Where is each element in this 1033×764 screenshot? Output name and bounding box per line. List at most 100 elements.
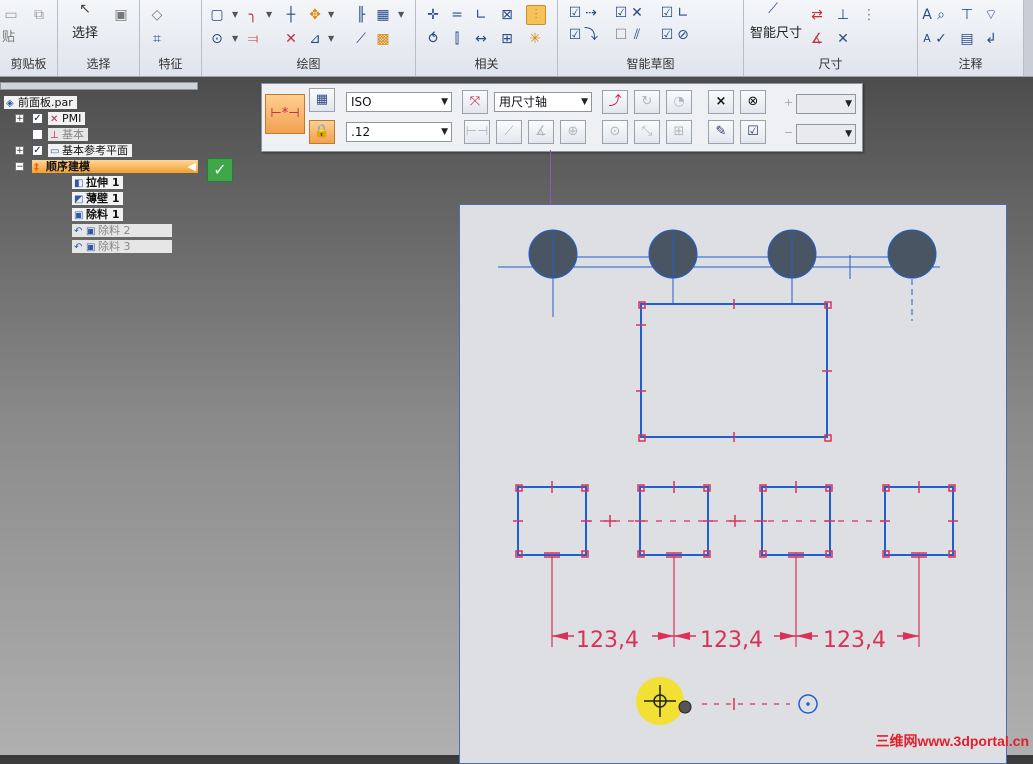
collapse-ordered-icon[interactable]: − <box>15 162 24 172</box>
cursor-arrow-icon[interactable]: ↖ <box>76 0 94 18</box>
select-button[interactable]: 选择 <box>72 22 98 41</box>
fill-icon[interactable]: ▩ <box>374 30 392 48</box>
select-filter-icon[interactable]: ▣ <box>112 6 130 24</box>
datum-icon[interactable]: ⊤ <box>958 6 976 24</box>
tree-root[interactable]: ◈ 前面板.par <box>4 96 77 109</box>
angular-dim-icon[interactable]: ∡ <box>808 30 826 48</box>
connect-icon[interactable]: ✛ <box>424 6 442 24</box>
hole-circle[interactable] <box>648 229 698 303</box>
silhouette-icon[interactable]: ⊘ <box>674 26 692 44</box>
project-icon[interactable]: ⟋ <box>352 30 370 48</box>
move-icon[interactable]: ✥ <box>306 6 324 24</box>
select-curve-icon[interactable]: ⤴ <box>602 90 628 114</box>
accept-dim-icon[interactable]: ☑ <box>740 120 766 144</box>
paste-button[interactable]: 贴 <box>2 26 15 45</box>
slot-square[interactable] <box>880 481 958 558</box>
expand-pmi-icon[interactable]: + <box>15 114 24 124</box>
tree-feature-cutout-2[interactable]: ↶ ▣ 除料 2 <box>72 224 172 237</box>
hole-circle[interactable] <box>887 229 937 321</box>
angle-coord-icon[interactable]: ✕ <box>834 30 852 48</box>
sketch-canvas[interactable]: 123,4 123,4 123,4 <box>460 205 1008 756</box>
base-checkbox[interactable] <box>32 129 43 140</box>
dimension-value[interactable]: 123,4 <box>576 628 639 653</box>
radial-icon[interactable]: ◔ <box>666 90 692 114</box>
dimension-style-icon[interactable]: ⊢*⊣ <box>265 94 305 134</box>
tree-feature-cutout-3[interactable]: ↶ ▣ 除料 3 <box>72 240 172 253</box>
tree-base-ref-planes[interactable]: ▭ 基本参考平面 <box>48 144 132 157</box>
fillet-icon[interactable]: ✕ <box>282 30 300 48</box>
hole-circle[interactable] <box>767 229 817 303</box>
style-table-icon[interactable]: ▦ <box>309 88 335 112</box>
horizontal-dim-icon[interactable]: ⊢⊣ <box>464 120 490 144</box>
tree-ordered-modeling[interactable]: ‡ 顺序建模 ◀ <box>32 160 198 173</box>
angle-dim-icon[interactable]: ∡ <box>528 120 554 144</box>
slot-square[interactable] <box>757 481 835 558</box>
perpendicular-icon[interactable]: ∟ <box>472 6 490 24</box>
mirror-icon[interactable]: ⊿ <box>306 30 324 48</box>
smart-dimension-icon[interactable]: ⟋ <box>764 0 782 18</box>
symmetric-dim-icon[interactable]: ⊥ <box>834 6 852 24</box>
slot-square[interactable] <box>513 481 591 558</box>
slot-profile-row[interactable] <box>513 481 958 558</box>
standard-select[interactable]: ISO ▼ <box>346 92 452 112</box>
trim-icon[interactable]: ┼ <box>282 6 300 24</box>
symmetric-icon[interactable]: ⫿ <box>448 30 466 48</box>
origin-icon[interactable]: ⊙ <box>602 120 628 144</box>
accept-checkmark-button[interactable]: ✓ <box>207 158 233 182</box>
feature-control-frame-icon[interactable]: ▤ <box>958 30 976 48</box>
precision-select[interactable]: .12 ▼ <box>346 122 452 142</box>
paste-icon[interactable]: ▭ <box>2 6 20 24</box>
lower-tolerance-select[interactable]: ▼ <box>796 124 856 144</box>
extend-icon[interactable]: ⫤ <box>244 30 262 48</box>
arc-icon[interactable]: ╮ <box>244 6 262 24</box>
surface-texture-icon[interactable]: ⌔ <box>982 6 1000 24</box>
orientation-select[interactable]: 用尺寸轴 ▼ <box>494 92 592 112</box>
feature-diamond-icon[interactable]: ◇ <box>148 6 166 24</box>
callout-icon[interactable]: ⌕ <box>932 6 950 24</box>
rigid-set-icon[interactable]: ⊞ <box>498 30 516 48</box>
tree-feature-extrude[interactable]: ◧ 拉伸 1 <box>72 176 124 189</box>
edit-properties-icon[interactable]: ✎ <box>708 120 734 144</box>
smart-midpoint-icon[interactable]: ⇢ <box>582 4 600 22</box>
rectangle-icon[interactable]: ▢ <box>208 6 226 24</box>
slot-square[interactable] <box>635 481 713 558</box>
sketch-sheet[interactable]: 123,4 123,4 123,4 <box>459 204 1007 764</box>
relation-handles-icon[interactable]: ✳ <box>526 30 544 48</box>
diameter-dim-icon[interactable]: ⊕ <box>560 120 586 144</box>
tangent-icon[interactable]: ⥀ <box>424 30 442 48</box>
horizontal-vertical-icon[interactable]: ↔ <box>472 30 490 48</box>
offset-icon[interactable]: ╟ <box>352 6 370 24</box>
circle-icon[interactable]: ⊙ <box>208 30 226 48</box>
cancel-button[interactable]: × <box>708 90 734 114</box>
maintain-relations-icon[interactable]: ⫶ <box>526 5 546 25</box>
intersection-icon[interactable]: ✕ <box>628 4 646 22</box>
feature-pattern-icon[interactable]: ⌗ <box>148 30 166 48</box>
perp-icon[interactable]: ∟ <box>674 4 692 22</box>
parallel-icon[interactable]: ⫽ <box>628 26 646 44</box>
dimension-value[interactable]: 123,4 <box>823 628 886 653</box>
dimension-value[interactable]: 123,4 <box>700 628 763 653</box>
lock-icon[interactable]: 🔒 <box>309 120 335 144</box>
dim-axis-icon[interactable]: ⤧ <box>462 90 488 114</box>
hole-circle[interactable] <box>528 229 578 317</box>
lock-relation-icon[interactable]: ⊠ <box>498 6 516 24</box>
rectangle-profile[interactable] <box>636 299 832 442</box>
tree-feature-thinwall[interactable]: ◩ 薄壁 1 <box>72 192 124 205</box>
ref-planes-checkbox[interactable]: ✓ <box>32 145 43 156</box>
tree-pmi[interactable]: ✕ PMI <box>48 112 86 125</box>
pmi-checkbox[interactable]: ✓ <box>32 113 43 124</box>
pathfinder-scroll-handle[interactable] <box>0 82 198 90</box>
chain-dim-icon[interactable]: ⊞ <box>666 120 692 144</box>
coordinate-dim-icon[interactable]: ⋮ <box>860 6 878 24</box>
rotate-icon[interactable]: ↻ <box>634 90 660 114</box>
equal-icon[interactable]: = <box>448 6 466 24</box>
tree-feature-cutout-1[interactable]: ▣ 除料 1 <box>72 208 124 221</box>
smart-tangent-icon[interactable]: ⤵ <box>582 26 600 44</box>
weld-icon[interactable]: ✓ <box>932 30 950 48</box>
expand-ref-planes-icon[interactable]: + <box>15 146 24 156</box>
distance-dim-icon[interactable]: ⇄ <box>808 6 826 24</box>
leader-break-icon[interactable]: ⤡ <box>634 120 660 144</box>
copy-icon[interactable]: ⧉ <box>30 6 48 24</box>
aligned-dim-icon[interactable]: ⟋ <box>496 120 522 144</box>
delete-circle-icon[interactable]: ⊗ <box>740 90 766 114</box>
